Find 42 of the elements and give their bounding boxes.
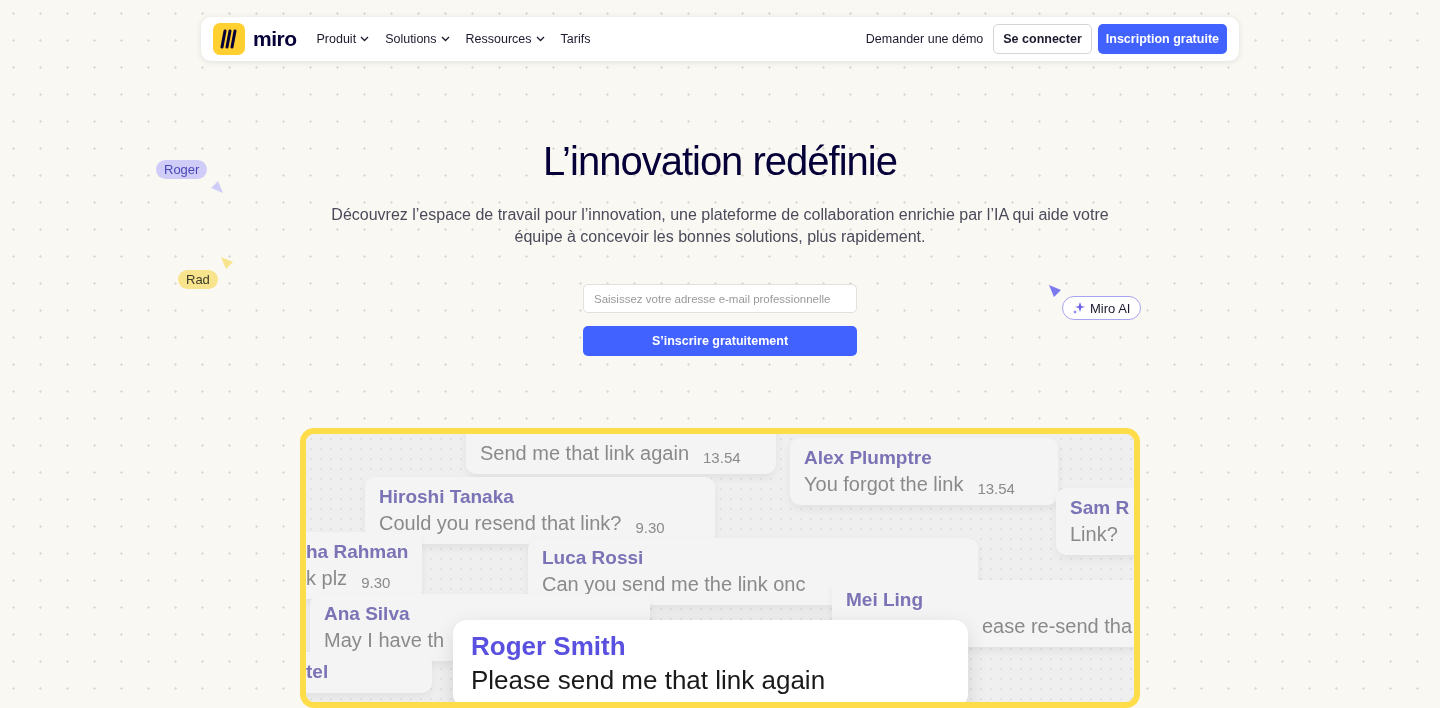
nav-link[interactable]: Produit — [316, 32, 370, 47]
cursor-label: Rad — [178, 270, 218, 289]
chat-message: Send me that link again — [480, 441, 690, 466]
message-time: 13.54 — [977, 479, 1015, 497]
hero-title: L’innovation redéfinie — [543, 139, 897, 185]
cursor-icon — [210, 180, 224, 194]
chat-message: Link? — [1070, 521, 1118, 547]
hero-subtitle: Découvrez l’espace de travail pour l’innovation, une plateforme de collaboration enrichie par l’IA qui aide votre équipe à concevoir les bonnes solutions, plus rapidement. — [330, 205, 1110, 248]
chat-message: k plz — [306, 565, 348, 591]
message-time: 9.30 — [635, 518, 665, 536]
sender-name: Alex Plumptre — [804, 446, 933, 470]
chat-message: Please send me that link again — [471, 663, 826, 697]
nav-link[interactable]: Ressources — [465, 32, 545, 47]
sender-name: Luca Rossi — [542, 546, 645, 570]
chat-message: May I have th — [324, 627, 445, 653]
cursor-label: Roger — [156, 160, 208, 179]
demo-link[interactable]: Demander une démo — [865, 32, 984, 47]
nav-link[interactable]: Solutions — [385, 32, 450, 47]
chat-message: Could you resend that link? — [379, 510, 622, 536]
sender-name: Ana Silva — [324, 602, 411, 626]
ai-chip-label: Miro AI — [1090, 300, 1131, 316]
chat-message: ease re-send tha — [982, 613, 1133, 639]
login-button[interactable]: Se connecter — [993, 24, 1092, 55]
sparkle-icon — [1073, 302, 1085, 314]
nav-link[interactable]: Tarifs — [560, 32, 591, 47]
message-time: 9.30 — [361, 573, 391, 591]
email-field[interactable]: Saisissez votre adresse e-mail professionnelle — [583, 284, 857, 314]
chat-message: You forgot the link — [804, 471, 964, 497]
sender-name: Hiroshi Tanaka — [379, 485, 515, 509]
sender-name: Mei Ling — [846, 588, 925, 612]
message-time: 13.54 — [703, 449, 741, 466]
signup-cta-button[interactable]: S’inscrire gratuitement — [583, 326, 857, 356]
sender-name: tel — [306, 660, 330, 684]
sender-name: ha Rahman — [306, 540, 409, 564]
logo-text[interactable]: miro — [253, 27, 297, 52]
sender-name: Roger Smith — [471, 630, 627, 663]
chat-message: Can you send me the link onc — [542, 571, 806, 597]
sender-name: Sam R — [1070, 496, 1130, 520]
signup-button[interactable]: Inscription gratuite — [1097, 24, 1227, 55]
cursor-icon — [1048, 284, 1062, 298]
cursor-icon — [220, 256, 234, 270]
logo-icon[interactable] — [213, 23, 245, 56]
